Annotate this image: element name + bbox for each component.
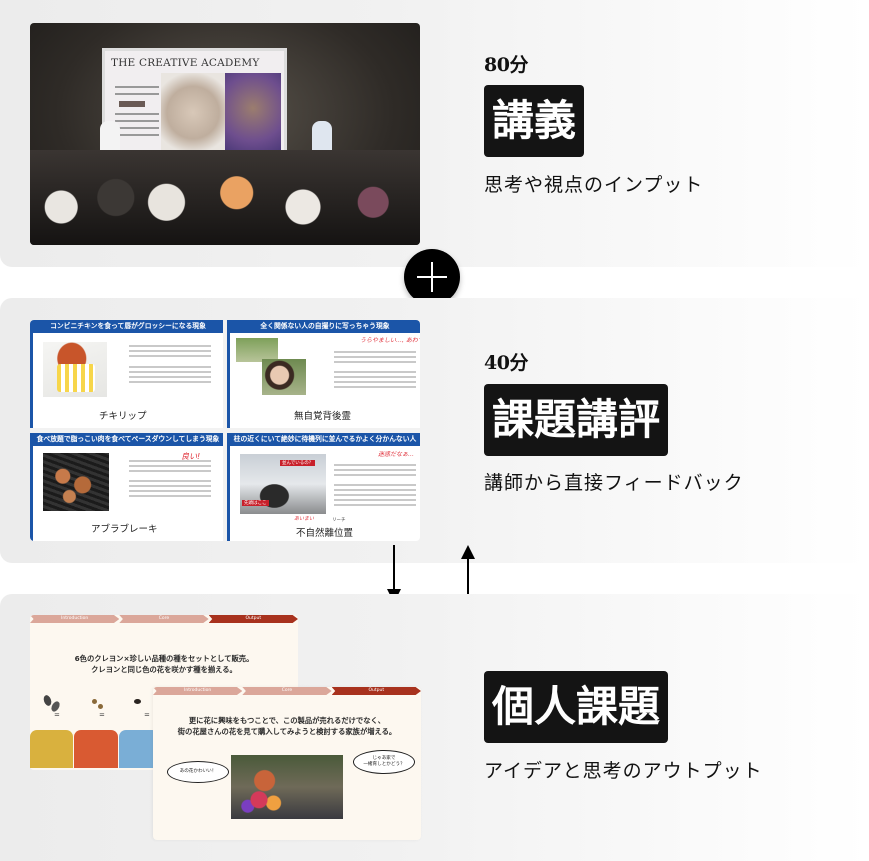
slide-text-line-1: 6色のクレヨン×珍しい品種の種をセットとして販売。 (74, 654, 254, 663)
flower-shop-image (231, 755, 343, 819)
crayon-orange (74, 730, 118, 768)
description-assignment: アイデアと思考のアウトプット (484, 760, 763, 782)
description-review: 講師から直接フィードバック (484, 472, 744, 494)
fried-chicken-image (43, 342, 107, 397)
screen-title: THE CREATIVE ACADEMY (111, 57, 260, 69)
review-slide-3: 食べ放題で脂っこい肉を食べてペースダウンしてしまう現象 良い! アブラブレーキ (30, 433, 223, 541)
slide-header: 全く関係ない人の自撮りに写っちゃう現象 (230, 320, 420, 333)
title-badge-review: 課題講評 (484, 384, 669, 456)
slide-name: 無自覚背後霊 (294, 411, 352, 422)
seed-icon (92, 699, 97, 704)
grilled-meat-image (43, 453, 109, 511)
slide-name: 不自然離位置 (296, 528, 354, 539)
speaker-portrait-1 (161, 73, 225, 161)
slide-name: チキリップ (99, 411, 147, 422)
slide-header: 柱の近くにいて絶妙に待機列に並んでるかよく分かんない人 (230, 433, 420, 446)
speaker-portrait-2 (225, 73, 281, 161)
slide-text-line-2: クレヨンと同じ色の花を咲かす種を揃える。 (91, 665, 237, 674)
selfie-image-2 (262, 359, 306, 395)
lecture-photo: THE CREATIVE ACADEMY (30, 23, 420, 245)
audience (30, 150, 420, 245)
slide-header: 食べ放題で脂っこい肉を食べてペースダウンしてしまう現象 (33, 433, 223, 446)
review-slide-1: コンビニチキンを食って唇がグロッシーになる現象 チキリップ (30, 320, 223, 428)
review-slides: コンビニチキンを食って唇がグロッシーになる現象 チキリップ 全く関係ない人の自撮… (30, 320, 420, 541)
crayon-yellow (30, 730, 73, 768)
annotation-ruby: リーチ (332, 518, 346, 523)
seed-icon (134, 699, 141, 704)
assignment-slide-2: Introduction Core Output 更に花に興味をもつことで、この… (153, 687, 421, 840)
projector-screen: THE CREATIVE ACADEMY (102, 48, 287, 166)
speech-bubble-left: あの花かわいい！ (167, 761, 229, 783)
progress-steps: Introduction Core Output (153, 687, 421, 695)
review-note: 迷惑だなぁ… (378, 451, 415, 458)
description-lecture: 思考や視点のインプット (484, 174, 704, 196)
slide-header: コンビニチキンを食って唇がグロッシーになる現象 (33, 320, 223, 333)
speech-bubble-right: じゃあ家で 一緒育しとかどう？ (353, 750, 415, 774)
slide-text-line-1: 更に花に興味をもつことで、この製品が売れるだけでなく、 (188, 716, 386, 725)
review-slide-2: 全く関係ない人の自撮りに写っちゃう現象 うらやましい…, あわてて隠れる 無自覚… (227, 320, 420, 428)
slide-name: アブラブレーキ (91, 524, 158, 535)
plus-icon (404, 249, 460, 305)
review-slide-4: 柱の近くにいて絶妙に待機列に並んでるかよく分かんない人 並んでいるの？ 先頭はこ… (227, 433, 420, 541)
title-badge-lecture: 講義 (484, 85, 585, 157)
slide-text-line-2: 街の花屋さんの花を見て購入してみようと検討する家族が増える。 (177, 727, 397, 736)
duration-lecture: 80分 (484, 54, 528, 76)
duration-review: 40分 (484, 352, 528, 374)
platform-image: 並んでいるの？ 先頭はここ (240, 454, 326, 514)
title-badge-assignment: 個人課題 (484, 671, 669, 743)
progress-steps: Introduction Core Output (30, 615, 298, 623)
review-note: 良い! (181, 452, 201, 461)
review-note: うらやましい…, あわてて隠れる (360, 337, 420, 344)
annotation-above: あいまい (294, 516, 315, 522)
